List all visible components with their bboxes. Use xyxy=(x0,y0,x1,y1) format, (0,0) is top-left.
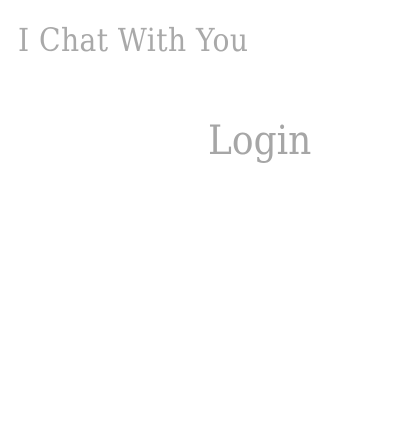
login-heading: Login xyxy=(208,118,312,164)
app-title: I Chat With You xyxy=(18,21,249,59)
